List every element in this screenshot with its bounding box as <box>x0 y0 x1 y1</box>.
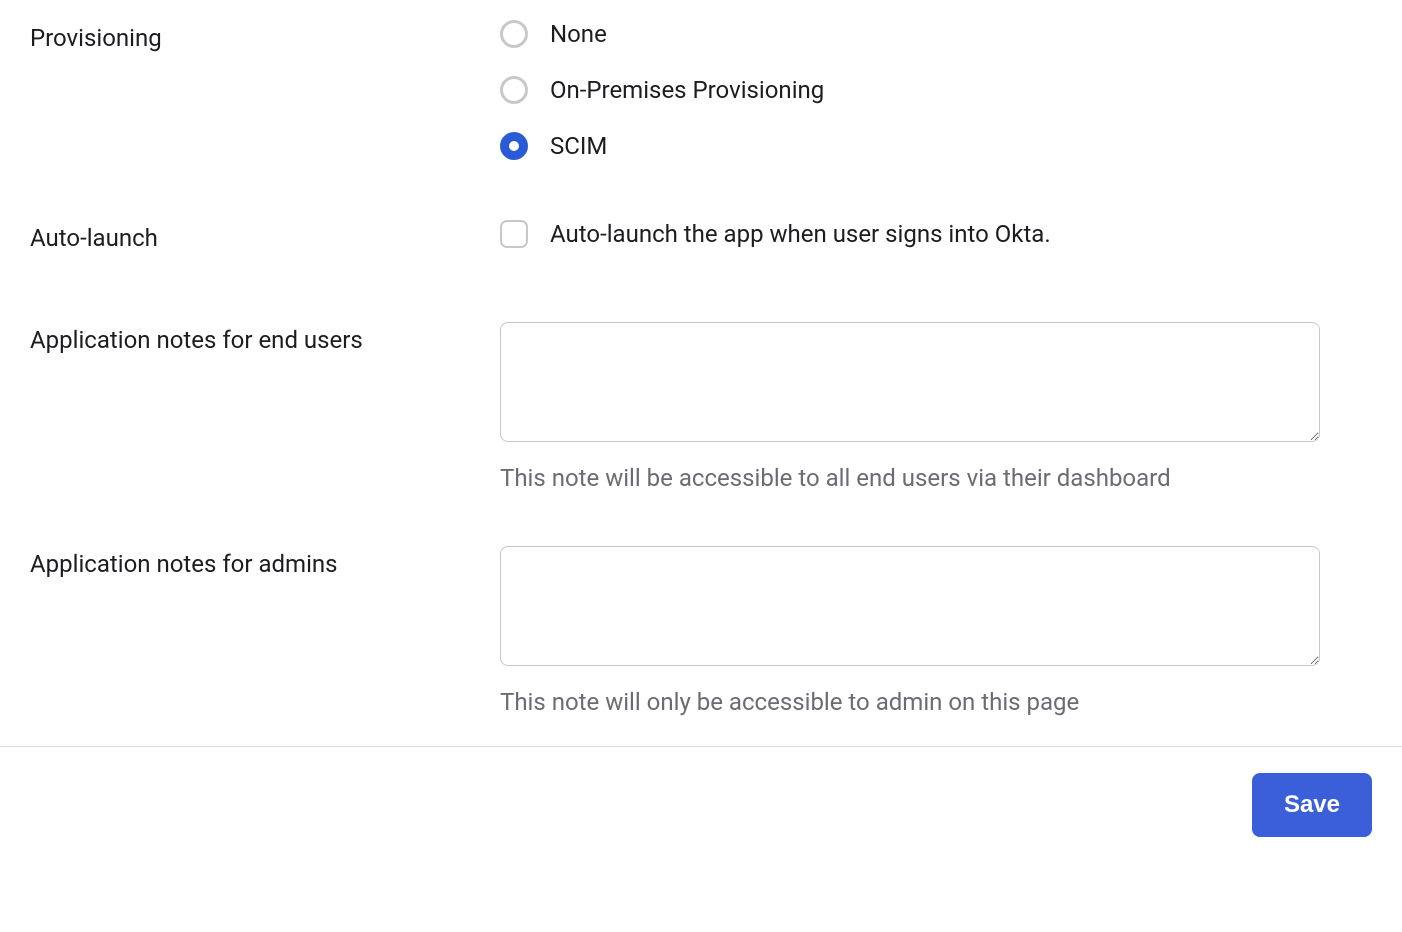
auto-launch-control-col: Auto-launch the app when user signs into… <box>500 220 1372 248</box>
auto-launch-row: Auto-launch Auto-launch the app when use… <box>30 220 1372 252</box>
auto-launch-label-col: Auto-launch <box>30 220 500 252</box>
radio-icon-selected <box>500 132 528 160</box>
provisioning-radio-scim[interactable]: SCIM <box>500 132 1322 160</box>
footer-bar: Save <box>0 746 1402 863</box>
notes-admins-label-col: Application notes for admins <box>30 546 500 578</box>
radio-icon <box>500 20 528 48</box>
provisioning-radio-none[interactable]: None <box>500 20 1322 48</box>
notes-admins-control-col: This note will only be accessible to adm… <box>500 546 1372 716</box>
radio-label: SCIM <box>550 132 607 160</box>
notes-end-users-label-col: Application notes for end users <box>30 322 500 354</box>
notes-admins-textarea[interactable] <box>500 546 1320 666</box>
checkbox-icon <box>500 220 528 248</box>
notes-end-users-label: Application notes for end users <box>30 326 363 354</box>
provisioning-label-col: Provisioning <box>30 20 500 52</box>
provisioning-radio-group: None On-Premises Provisioning SCIM <box>500 20 1322 160</box>
app-settings-form: Provisioning None On-Premises Provisioni… <box>0 0 1402 716</box>
radio-label: On-Premises Provisioning <box>550 76 824 104</box>
notes-admins-label: Application notes for admins <box>30 550 338 578</box>
radio-label: None <box>550 20 607 48</box>
notes-end-users-textarea[interactable] <box>500 322 1320 442</box>
provisioning-row: Provisioning None On-Premises Provisioni… <box>30 20 1372 160</box>
notes-end-users-control-col: This note will be accessible to all end … <box>500 322 1372 492</box>
notes-end-users-help: This note will be accessible to all end … <box>500 464 1322 492</box>
auto-launch-checkbox[interactable]: Auto-launch the app when user signs into… <box>500 220 1322 248</box>
radio-icon <box>500 76 528 104</box>
checkbox-label: Auto-launch the app when user signs into… <box>550 220 1051 248</box>
notes-end-users-row: Application notes for end users This not… <box>30 322 1372 492</box>
notes-admins-row: Application notes for admins This note w… <box>30 546 1372 716</box>
provisioning-radio-onprem[interactable]: On-Premises Provisioning <box>500 76 1322 104</box>
auto-launch-label: Auto-launch <box>30 224 158 252</box>
save-button[interactable]: Save <box>1252 773 1372 837</box>
provisioning-label: Provisioning <box>30 24 162 52</box>
provisioning-control-col: None On-Premises Provisioning SCIM <box>500 20 1372 160</box>
notes-admins-help: This note will only be accessible to adm… <box>500 688 1322 716</box>
